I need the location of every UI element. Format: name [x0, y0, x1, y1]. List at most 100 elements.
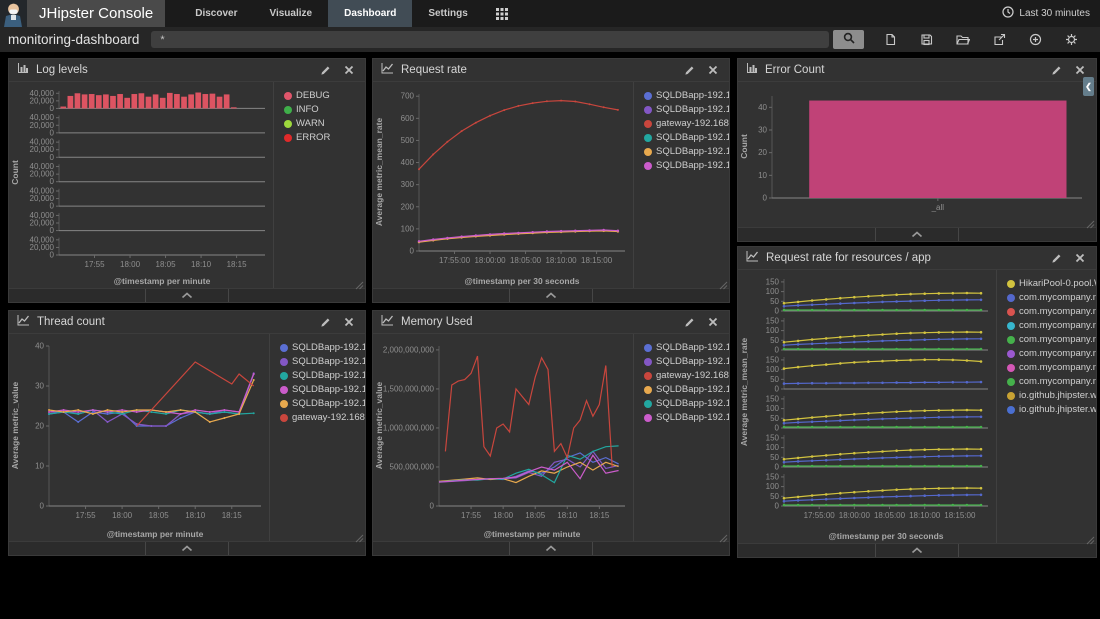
legend-item[interactable]: com.mycompany.myap... [1007, 306, 1093, 317]
save-icon[interactable] [920, 33, 933, 46]
svg-text:20: 20 [35, 422, 44, 431]
legend-item[interactable]: ERROR [284, 132, 362, 143]
query-input[interactable] [151, 31, 829, 48]
close-icon[interactable] [1072, 253, 1088, 263]
close-icon[interactable] [341, 65, 357, 75]
collapse-chevron-icon[interactable] [145, 542, 229, 555]
nav-item-discover[interactable]: Discover [179, 0, 253, 27]
resize-handle-icon[interactable] [354, 530, 364, 540]
nav-item-visualize[interactable]: Visualize [253, 0, 328, 27]
panel-header[interactable]: Memory Used [373, 311, 729, 334]
legend-item[interactable]: com.mycompany.myap... [1007, 334, 1093, 345]
legend-item[interactable]: SQLDBapp-192.168.4... [644, 398, 726, 409]
search-button[interactable] [833, 30, 864, 49]
edit-pencil-icon[interactable] [317, 317, 334, 328]
panel-header[interactable]: Log levels [9, 59, 365, 82]
edit-pencil-icon[interactable] [681, 65, 698, 76]
edit-pencil-icon[interactable] [1048, 253, 1065, 264]
legend-item[interactable]: SQLDBapp-192.168.4... [644, 132, 726, 143]
legend-item[interactable]: SQLDBapp-192.168.4... [280, 342, 362, 353]
legend-color-dot [280, 344, 288, 352]
nav-item-settings[interactable]: Settings [412, 0, 483, 27]
collapse-chevron-icon[interactable] [509, 289, 593, 302]
svg-text:40: 40 [758, 103, 767, 112]
legend-item[interactable]: io.github.jhipster.web.r... [1007, 390, 1093, 401]
legend-item[interactable]: SQLDBapp-192.168.4... [644, 412, 726, 423]
open-folder-icon[interactable] [956, 33, 970, 46]
nav-item-dashboard[interactable]: Dashboard [328, 0, 412, 27]
gear-icon[interactable] [1065, 33, 1078, 46]
brand-home-link[interactable]: JHipster Console [0, 0, 165, 27]
chart-area[interactable]: 0500,000,0001,000,000,0001,500,000,0002,… [373, 334, 633, 541]
legend-item[interactable]: SQLDBapp-192.168.4... [280, 356, 362, 367]
chart-area[interactable]: 020,00040,000020,00040,000020,00040,0000… [9, 82, 273, 288]
legend-item[interactable]: SQLDBapp-192.168.4... [644, 356, 726, 367]
edit-pencil-icon[interactable] [681, 317, 698, 328]
legend-item[interactable]: com.mycompany.myap... [1007, 320, 1093, 331]
close-icon[interactable] [1072, 65, 1088, 75]
edit-pencil-icon[interactable] [1048, 65, 1065, 76]
panel-header[interactable]: Thread count [9, 311, 365, 334]
collapse-chevron-icon[interactable] [509, 542, 593, 555]
legend-item[interactable]: SQLDBapp-192.168.4... [280, 370, 362, 381]
legend-item[interactable]: com.mycompany.myap... [1007, 348, 1093, 359]
svg-text:50: 50 [770, 297, 779, 306]
legend-item[interactable]: SQLDBapp-192.168.4... [644, 342, 726, 353]
legend-item[interactable]: SQLDBapp-192.168.4... [644, 384, 726, 395]
legend-item[interactable]: SQLDBapp-192.168.4... [280, 398, 362, 409]
legend-item[interactable]: io.github.jhipster.web.r... [1007, 404, 1093, 415]
add-circle-icon[interactable] [1029, 33, 1042, 46]
bar-chart-icon [17, 61, 29, 79]
legend-item[interactable]: com.mycompany.myap... [1007, 362, 1093, 373]
legend-item[interactable]: HikariPool-0.pool.Wait [1007, 278, 1093, 289]
legend-item[interactable]: DEBUG [284, 90, 362, 101]
svg-text:50: 50 [770, 336, 779, 345]
legend-item[interactable]: SQLDBapp-192.168.4... [644, 160, 726, 171]
svg-text:18:10: 18:10 [191, 260, 212, 269]
legend-item[interactable]: SQLDBapp-192.168.4... [280, 384, 362, 395]
resize-handle-icon[interactable] [718, 530, 728, 540]
legend-item[interactable]: SQLDBapp-192.168.4... [644, 90, 726, 101]
legend-expand-icon[interactable]: ❮ [1083, 77, 1094, 96]
legend-item[interactable]: WARN [284, 118, 362, 129]
legend-item[interactable]: SQLDBapp-192.168.4... [644, 104, 726, 115]
legend-label: SQLDBapp-192.168.4... [292, 356, 365, 367]
resize-handle-icon[interactable] [718, 277, 728, 287]
edit-pencil-icon[interactable] [317, 65, 334, 76]
svg-text:0: 0 [410, 247, 415, 256]
svg-text:30: 30 [758, 126, 767, 135]
close-icon[interactable] [705, 317, 721, 327]
legend-item[interactable]: INFO [284, 104, 362, 115]
resize-handle-icon[interactable] [1085, 216, 1095, 226]
panel-header[interactable]: Error Count [738, 59, 1096, 82]
close-icon[interactable] [341, 317, 357, 327]
legend-item[interactable]: com.mycompany.myap... [1007, 376, 1093, 387]
chart-area[interactable]: 01020304017:5518:0018:0518:1018:15@times… [9, 334, 269, 541]
chart-area[interactable]: 0501001500501001500501001500501001500501… [738, 270, 996, 543]
svg-text:18:05: 18:05 [149, 511, 170, 520]
legend-item[interactable]: gateway-192.168.43.8:... [280, 412, 362, 423]
legend-color-dot [1007, 322, 1015, 330]
legend-item[interactable]: gateway-192.168.43.8:... [644, 370, 726, 381]
svg-text:30: 30 [35, 382, 44, 391]
svg-text:18:15: 18:15 [227, 260, 248, 269]
collapse-chevron-icon[interactable] [875, 544, 959, 557]
resize-handle-icon[interactable] [1085, 532, 1095, 542]
chart-area[interactable]: 010203040_allCount [738, 82, 1096, 227]
panel-header[interactable]: Request rate for resources / app [738, 247, 1096, 270]
legend-item[interactable]: SQLDBapp-192.168.4... [644, 146, 726, 157]
share-icon[interactable] [993, 33, 1006, 46]
apps-grid-icon[interactable] [484, 0, 520, 27]
collapse-chevron-icon[interactable] [145, 289, 229, 302]
new-document-icon[interactable] [884, 33, 897, 46]
resize-handle-icon[interactable] [354, 277, 364, 287]
time-picker[interactable]: Last 30 minutes [992, 0, 1100, 27]
legend-item[interactable]: gateway-192.168.43.8:... [644, 118, 726, 129]
svg-text:150: 150 [766, 394, 780, 403]
panel-header[interactable]: Request rate [373, 59, 729, 82]
close-icon[interactable] [705, 65, 721, 75]
legend-color-dot [280, 386, 288, 394]
collapse-chevron-icon[interactable] [875, 228, 959, 241]
legend-item[interactable]: com.mycompany.myap... [1007, 292, 1093, 303]
chart-area[interactable]: 010020030040050060070017:55:0018:00:0018… [373, 82, 633, 288]
